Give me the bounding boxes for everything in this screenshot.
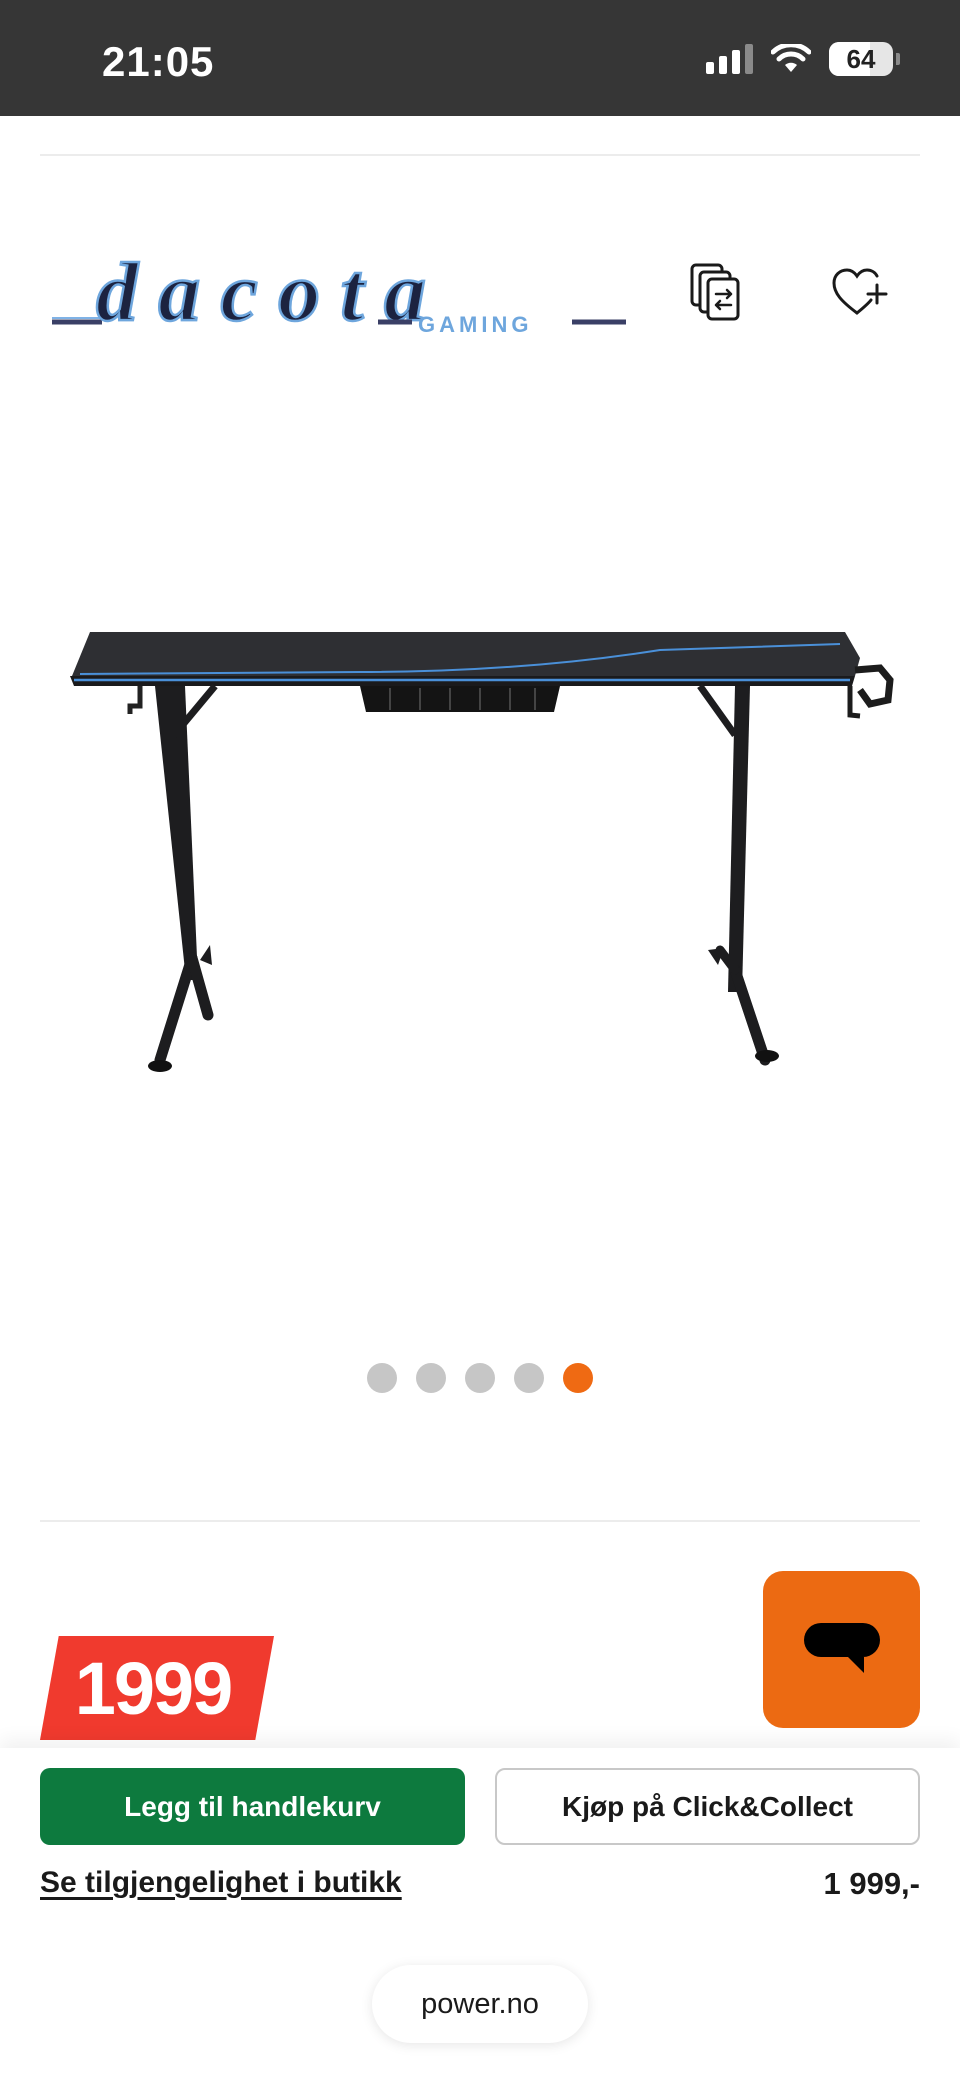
- wifi-icon: [771, 44, 811, 72]
- battery-level: 64: [846, 43, 876, 74]
- click-collect-button[interactable]: Kjøp på Click&Collect: [495, 1768, 920, 1845]
- carousel-dot-4[interactable]: [514, 1363, 544, 1393]
- browser-url-pill[interactable]: power.no: [372, 1965, 588, 2043]
- battery-icon: 64: [829, 42, 900, 76]
- mid-divider: [40, 1520, 920, 1522]
- signal-icon: [706, 44, 753, 74]
- add-to-cart-button[interactable]: Legg til handlekurv: [40, 1768, 465, 1845]
- chat-bubble-icon: [803, 1622, 880, 1673]
- price-value: 1999: [74, 1646, 234, 1730]
- compare-icon[interactable]: [686, 262, 746, 324]
- status-time: 21:05: [102, 38, 215, 85]
- carousel-dot-5[interactable]: [563, 1363, 593, 1393]
- product-image-gaming-desk[interactable]: [60, 620, 900, 1080]
- logo-wordmark: dacota: [96, 248, 426, 338]
- carousel-dot-1[interactable]: [367, 1363, 397, 1393]
- status-bar: 21:05 64: [0, 0, 960, 116]
- bottom-price: 1 999,-: [823, 1866, 920, 1901]
- brand-logo: dacota GAMING: [52, 248, 626, 338]
- wishlist-heart-plus-icon[interactable]: [830, 262, 890, 324]
- price-tag: 1999: [40, 1636, 274, 1740]
- status-icons: 64: [706, 42, 900, 76]
- store-availability-link[interactable]: Se tilgjengelighet i butikk: [40, 1866, 402, 1900]
- carousel-dots: [0, 1363, 960, 1393]
- logo-subtext: GAMING: [418, 312, 532, 337]
- carousel-dot-2[interactable]: [416, 1363, 446, 1393]
- carousel-dot-3[interactable]: [465, 1363, 495, 1393]
- chat-button[interactable]: [763, 1571, 920, 1728]
- top-divider: [40, 154, 920, 156]
